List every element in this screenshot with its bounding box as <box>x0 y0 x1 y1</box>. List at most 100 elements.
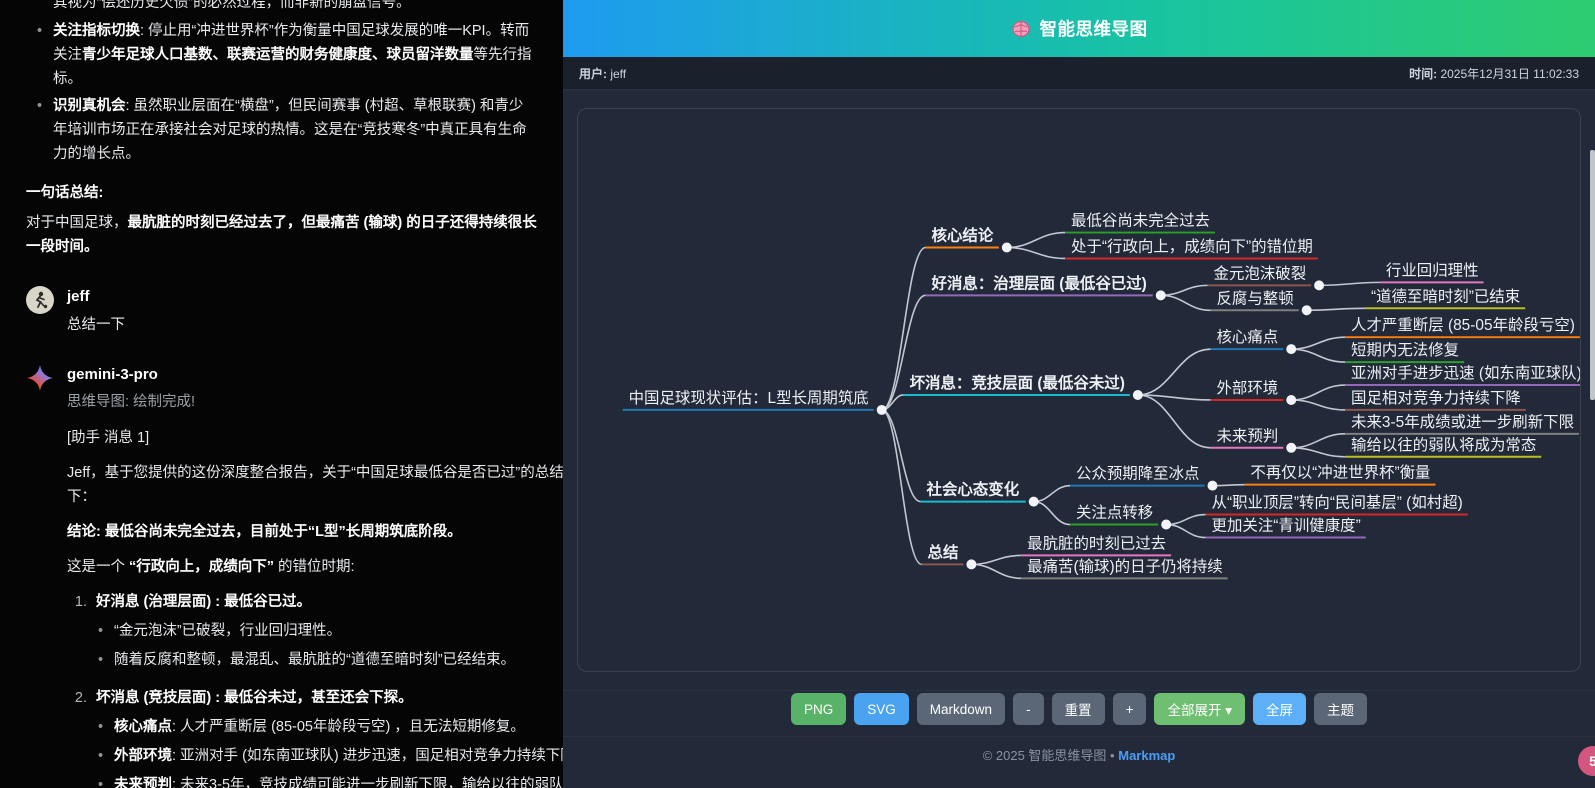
app-title: 智能思维导图 <box>1040 16 1148 41</box>
user-message: jeff 总结一下 <box>26 285 537 337</box>
mindmap-link <box>1138 395 1211 448</box>
mindmap-node-text[interactable]: 最肮脏的时刻已过去 <box>1027 534 1166 552</box>
divider-top <box>563 690 1595 691</box>
floating-badge[interactable]: 5 <box>1578 746 1595 776</box>
toolbar-button-主题[interactable]: 主题 <box>1314 693 1367 725</box>
chat-scroll-area[interactable]: 其视为“偿还历史欠债”的必然过程，而非新的崩盘信号。 关注指标切换: 停止用“冲… <box>0 0 563 788</box>
mindmap-node-text[interactable]: 输给以往的弱队将成为常态 <box>1351 436 1536 454</box>
mindmap-link <box>1034 486 1070 502</box>
toolbar-button-重置[interactable]: 重置 <box>1052 693 1105 725</box>
gemini-star-icon <box>27 365 53 391</box>
mindmap-collapse-dot[interactable] <box>1207 481 1217 491</box>
mindmap-node-text[interactable]: 金元泡沫破裂 <box>1214 264 1307 282</box>
mindmap-node-text[interactable]: 不再仅以“冲进世界杯”衡量 <box>1250 464 1430 482</box>
mindmap-node-text[interactable]: 亚洲对手进步迅速 (如东南亚球队) <box>1351 364 1580 382</box>
footer-copyright: © 2025 智能思维导图 <box>983 748 1107 763</box>
mindmap-node-text[interactable]: 处于“行政向上，成绩向下”的错位期 <box>1071 237 1313 255</box>
mindmap-node-text[interactable]: 关注点转移 <box>1076 504 1153 522</box>
sub-bullet-item: “金元泡沫”已破裂，行业回归理性。 <box>96 619 515 643</box>
mindmap-link <box>1161 285 1208 295</box>
markmap-link[interactable]: Markmap <box>1118 748 1175 763</box>
sub-bullet-item: 外部环境: 亚洲对手 (如东南亚球队) 进步迅速，国足相对竞争力持续下降。 <box>96 744 563 768</box>
mindmap-link <box>1161 295 1211 310</box>
mindmap-node-text[interactable]: 反腐与整顿 <box>1217 289 1294 307</box>
mindmap-collapse-dot[interactable] <box>877 405 887 415</box>
soccer-player-icon <box>30 290 50 310</box>
mindmap-collapse-dot[interactable] <box>1286 344 1296 354</box>
chat-tail-line: 其视为“偿还历史欠债”的必然过程，而非新的崩盘信号。 <box>53 0 537 15</box>
mindmap-node-text[interactable]: 未来3-5年成绩或进一步刷新下限 <box>1351 413 1574 431</box>
mindmap-collapse-dot[interactable] <box>1029 497 1039 507</box>
mindmap-collapse-dot[interactable] <box>1286 443 1296 453</box>
mindmap-collapse-dot[interactable] <box>1314 280 1324 290</box>
mindmap-node-text[interactable]: 行业回归理性 <box>1386 261 1479 279</box>
assistant-tag: [助手 消息 1] <box>67 426 563 450</box>
mindmap-node-text[interactable]: 外部环境 <box>1217 378 1279 397</box>
mindmap-node-text[interactable]: 未来预判 <box>1217 427 1279 445</box>
mindmap-node-text[interactable]: “道德至暗时刻”已结束 <box>1371 287 1520 305</box>
mindmap-node-text[interactable]: 短期内无法修复 <box>1351 341 1459 359</box>
toolbar-button-+[interactable]: + <box>1113 693 1147 725</box>
mindmap-canvas[interactable]: 中国足球现状评估：L型长周期筑底 核心结论 最低谷尚未完全过去处于“行政向上，成绩向… <box>577 108 1581 672</box>
mindmap-node-text[interactable]: 核心痛点 <box>1217 328 1279 346</box>
mindmap-link <box>1166 515 1205 525</box>
mindmap-link <box>1007 248 1065 259</box>
mindmap-collapse-dot[interactable] <box>1161 520 1171 530</box>
app-root: 其视为“偿还历史欠债”的必然过程，而非新的崩盘信号。 关注指标切换: 停止用“冲… <box>0 0 1595 788</box>
mindmap-node-text[interactable]: 最低谷尚未完全过去 <box>1071 212 1210 230</box>
mindmap-svg: 中国足球现状评估：L型长周期筑底 核心结论 最低谷尚未完全过去处于“行政向上，成绩向… <box>578 109 1580 671</box>
footer-separator: • <box>1110 748 1115 763</box>
mindmap-node-text[interactable]: 公众预期降至冰点 <box>1076 465 1200 483</box>
numbered-item: 2.坏消息 (竞技层面) : 最低谷未过，甚至还会下探。核心痛点: 人才严重断层… <box>67 686 563 788</box>
sub-bullet-item: 核心痛点: 人才严重断层 (85-05年龄段亏空) ，且无法短期修复。 <box>96 715 563 739</box>
divider-bottom <box>563 736 1595 737</box>
mindmap-node-text[interactable]: 总结 <box>928 542 959 561</box>
assistant-conclusion: 结论: 最低谷尚未完全过去，目前处于“L型”长周期筑底阶段。 <box>67 520 563 544</box>
mindmap-link <box>1291 434 1345 448</box>
mindmap-link <box>1291 400 1345 410</box>
mindmap-node-text[interactable]: 核心结论 <box>932 226 994 245</box>
toolbar-button-全部展开[interactable]: 全部展开 ▾ <box>1154 693 1245 725</box>
assistant-name: gemini-3-pro <box>67 363 563 388</box>
mindmap-node-text[interactable]: 国足相对竞争力持续下降 <box>1351 389 1521 407</box>
time-info-label: 时间: <box>1409 67 1437 81</box>
brain-icon <box>1011 19 1031 39</box>
mindmap-link <box>1291 385 1345 400</box>
assistant-avatar <box>26 364 54 392</box>
mindmap-node-text[interactable]: 坏消息：竞技层面 (最低谷未过) <box>910 373 1125 392</box>
mindmap-link <box>1291 349 1345 362</box>
mindmap-panel: 智能思维导图 用户: jeff 时间: 2025年12月31日 11:02:33… <box>563 0 1595 788</box>
mindmap-link <box>882 410 922 564</box>
mindmap-node-text[interactable]: 最痛苦(输球)的日子仍将持续 <box>1027 557 1223 575</box>
mindmap-link <box>1007 233 1065 248</box>
mindmap-link <box>971 555 1021 564</box>
mindmap-link <box>1291 337 1345 349</box>
mindmap-collapse-dot[interactable] <box>1002 243 1012 253</box>
toolbar-button-SVG[interactable]: SVG <box>854 693 909 725</box>
toolbar-button-Markdown[interactable]: Markdown <box>917 693 1005 725</box>
mindmap-footer: © 2025 智能思维导图 • Markmap <box>563 745 1595 764</box>
time-info: 时间: 2025年12月31日 11:02:33 <box>1409 65 1579 82</box>
vertical-scrollbar-thumb[interactable] <box>1590 150 1595 400</box>
toolbar-button-PNG[interactable]: PNG <box>791 693 846 725</box>
mindmap-collapse-dot[interactable] <box>1156 290 1166 300</box>
mindmap-subbar: 用户: jeff 时间: 2025年12月31日 11:02:33 <box>563 57 1595 90</box>
mindmap-link <box>1319 282 1380 285</box>
mindmap-node-text[interactable]: 从“职业顶层”转向“民间基层” (如村超) <box>1212 494 1463 512</box>
toolbar-button--[interactable]: - <box>1013 693 1044 725</box>
toolbar-button-全屏[interactable]: 全屏 <box>1253 693 1306 725</box>
mindmap-collapse-dot[interactable] <box>966 559 976 569</box>
chat-panel: 其视为“偿还历史欠债”的必然过程，而非新的崩盘信号。 关注指标切换: 停止用“冲… <box>0 0 563 788</box>
mindmap-node-text[interactable]: 好消息：治理层面 (最低谷已过) <box>931 273 1147 292</box>
user-info-value: jeff <box>610 67 626 81</box>
mindmap-link <box>882 295 926 410</box>
numbered-item: 1.好消息 (治理层面) : 最低谷已过。“金元泡沫”已破裂，行业回归理性。随着… <box>67 590 563 677</box>
mindmap-collapse-dot[interactable] <box>1286 395 1296 405</box>
mindmap-node-text[interactable]: 更加关注“青训健康度” <box>1212 517 1361 535</box>
mindmap-node-text[interactable]: 社会心态变化 <box>926 480 1020 499</box>
mindmap-collapse-dot[interactable] <box>1302 305 1312 315</box>
mindmap-node-text[interactable]: 人才严重断层 (85-05年龄段亏空) <box>1351 316 1575 334</box>
mindmap-node-text[interactable]: 中国足球现状评估：L型长周期筑底 <box>629 389 869 407</box>
mindmap-collapse-dot[interactable] <box>1133 390 1143 400</box>
mindmap-link <box>971 564 1021 578</box>
